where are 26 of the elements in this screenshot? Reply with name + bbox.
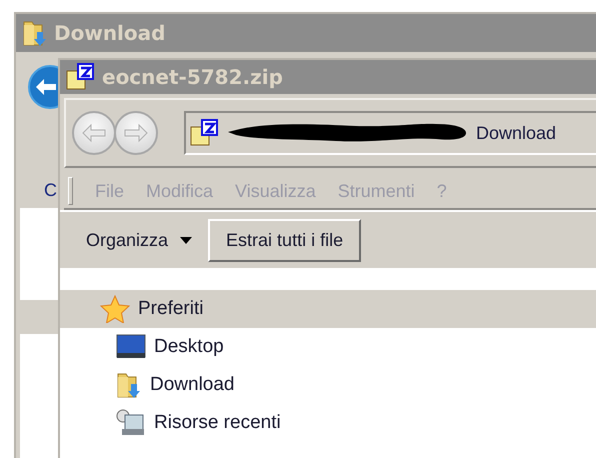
- nav-label: Download: [150, 374, 234, 396]
- organize-button[interactable]: Organizza: [80, 222, 198, 258]
- address-text: Download: [476, 122, 556, 144]
- zip-folder-icon: [190, 119, 220, 147]
- right-arrow-icon: [123, 123, 149, 143]
- window-title: eocnet-5782.zip: [102, 65, 283, 89]
- address-bar[interactable]: Download: [184, 111, 596, 155]
- window-title: Download: [54, 21, 166, 45]
- forward-button[interactable]: [114, 111, 158, 155]
- nav-item[interactable]: Preferiti: [60, 290, 596, 328]
- back-arrow-icon[interactable]: [26, 65, 58, 109]
- extract-all-button[interactable]: Estrai tutti i file: [208, 218, 362, 262]
- nav-item[interactable]: Download: [60, 366, 596, 404]
- star-icon: [100, 295, 130, 323]
- zip-folder-icon: [66, 63, 96, 91]
- nav-label: Desktop: [154, 336, 224, 358]
- desktop-icon: [116, 334, 146, 360]
- nav-item[interactable]: Desktop: [60, 328, 596, 366]
- menu-item[interactable]: C: [44, 180, 58, 202]
- nav-label: Preferiti: [138, 298, 204, 320]
- caret-icon: [180, 236, 192, 244]
- back-button[interactable]: [72, 111, 116, 155]
- recent-places-icon: [116, 409, 146, 437]
- nav-item[interactable]: Risorse recenti: [60, 404, 596, 442]
- left-arrow-icon: [81, 123, 107, 143]
- nav-label: Risorse recenti: [154, 412, 281, 434]
